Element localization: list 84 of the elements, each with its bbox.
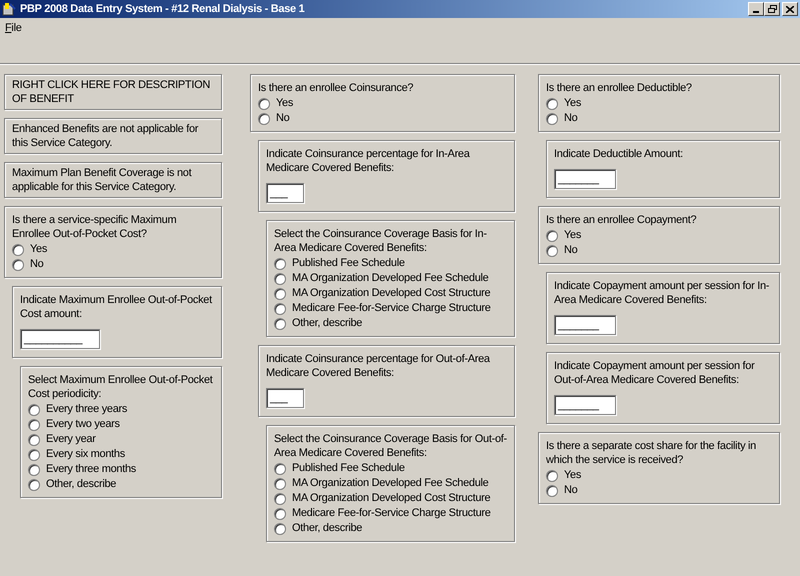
- radio-button[interactable]: [274, 492, 286, 504]
- option-label: Other, describe: [46, 477, 116, 492]
- amount-field[interactable]: _______: [554, 169, 616, 189]
- radio-button[interactable]: [28, 448, 40, 460]
- radio-button[interactable]: [28, 478, 40, 490]
- question-text: Indicate Coinsurance percentage for Out-of-Area Medicare Covered Benefits:: [266, 352, 491, 380]
- radio-button[interactable]: [274, 302, 286, 314]
- question-text: Select the Coinsurance Coverage Basis for Out-of-Area Medicare Covered Benefits:: [274, 432, 507, 460]
- radio-button[interactable]: [546, 230, 558, 242]
- amount-field[interactable]: _______: [554, 315, 616, 335]
- minimize-icon: [753, 11, 759, 13]
- radio-button[interactable]: [274, 288, 286, 300]
- option-label: No: [276, 111, 290, 126]
- info-text: Maximum Plan Benefit Coverage is not applicable for this Service Category.: [12, 166, 193, 194]
- option-label: No: [564, 111, 578, 126]
- option-label: Every year: [46, 432, 96, 447]
- question-text: Select Maximum Enrollee Out-of-Pocket Cost periodicity:: [28, 373, 214, 401]
- amount-field[interactable]: _______: [554, 395, 616, 415]
- option-label: Published Fee Schedule: [292, 461, 405, 476]
- question-text: Is there a separate cost share for the facility in which the service is received?: [546, 439, 758, 467]
- radio-button[interactable]: [274, 272, 286, 284]
- option-label: Yes: [564, 96, 582, 111]
- question-text: Is there an enrollee Coinsurance?: [258, 81, 414, 95]
- amount-field[interactable]: ___: [266, 183, 304, 203]
- option-label: Other, describe: [292, 316, 362, 331]
- option-label: Yes: [276, 96, 294, 111]
- option-label: Other, describe: [292, 521, 362, 536]
- question-text: Is there an enrollee Copayment?: [546, 213, 698, 227]
- info-text: Enhanced Benefits are not applicable for this Service Category.: [12, 122, 200, 150]
- radio-button[interactable]: [12, 244, 24, 256]
- amount-field[interactable]: ___: [266, 388, 304, 408]
- radio-button[interactable]: [274, 318, 286, 330]
- radio-button[interactable]: [258, 112, 270, 124]
- radio-button[interactable]: [274, 522, 286, 534]
- radio-button[interactable]: [274, 508, 286, 520]
- info-text: RIGHT CLICK HERE FOR DESCRIPTION OF BENEFIT: [12, 78, 211, 106]
- restore-icon: [768, 5, 776, 13]
- option-label: Every three months: [46, 462, 136, 477]
- menu-item[interactable]: File: [5, 21, 22, 35]
- radio-button[interactable]: [28, 464, 40, 476]
- radio-button[interactable]: [546, 244, 558, 256]
- radio-button[interactable]: [546, 484, 558, 496]
- question-text: Is there a service-specific Maximum Enrollee Out-of-Pocket Cost?: [12, 213, 178, 241]
- question-text: Indicate Deductible Amount:: [554, 147, 684, 161]
- radio-button[interactable]: [258, 98, 270, 110]
- option-label: MA Organization Developed Cost Structure: [292, 491, 490, 506]
- option-label: No: [564, 483, 578, 498]
- question-text: Select the Coinsurance Coverage Basis for In-Area Medicare Covered Benefits:: [274, 227, 488, 255]
- question-text: Indicate Copayment amount per session for Out-of-Area Medicare Covered Benefits:: [554, 359, 756, 387]
- option-label: Yes: [564, 468, 582, 483]
- amount-field[interactable]: __________: [20, 329, 100, 349]
- radio-button[interactable]: [28, 418, 40, 430]
- option-label: MA Organization Developed Cost Structure: [292, 286, 490, 301]
- option-label: Medicare Fee-for-Service Charge Structure: [292, 301, 491, 316]
- app-icon: [2, 2, 16, 16]
- radio-button[interactable]: [274, 258, 286, 270]
- question-text: Indicate Copayment amount per session for In-Area Medicare Covered Benefits:: [554, 279, 770, 307]
- radio-button[interactable]: [28, 404, 40, 416]
- close-button[interactable]: [782, 2, 798, 16]
- question-text: Indicate Maximum Enrollee Out-of-Pocket Cost amount:: [20, 293, 214, 321]
- option-label: MA Organization Developed Fee Schedule: [292, 476, 489, 491]
- option-label: No: [564, 243, 578, 258]
- radio-button[interactable]: [274, 478, 286, 490]
- question-text: Indicate Coinsurance percentage for In-Area Medicare Covered Benefits:: [266, 147, 471, 175]
- radio-button[interactable]: [546, 112, 558, 124]
- radio-button[interactable]: [546, 98, 558, 110]
- option-label: Every six months: [46, 447, 125, 462]
- close-icon: [786, 6, 794, 12]
- restore-button[interactable]: [764, 2, 780, 16]
- minimize-button[interactable]: [748, 2, 764, 16]
- radio-button[interactable]: [274, 462, 286, 474]
- option-label: MA Organization Developed Fee Schedule: [292, 271, 489, 286]
- radio-button[interactable]: [28, 434, 40, 446]
- option-label: No: [30, 257, 44, 272]
- option-label: Medicare Fee-for-Service Charge Structure: [292, 506, 491, 521]
- radio-button[interactable]: [12, 258, 24, 270]
- option-label: Yes: [564, 228, 582, 243]
- question-text: Is there an enrollee Deductible?: [546, 81, 693, 95]
- option-label: Yes: [30, 242, 48, 257]
- radio-button[interactable]: [546, 470, 558, 482]
- option-label: Published Fee Schedule: [292, 256, 405, 271]
- window-title: PBP 2008 Data Entry System - #12 Renal Dialysis - Base 1: [20, 2, 304, 17]
- option-label: Every three years: [46, 402, 128, 417]
- option-label: Every two years: [46, 417, 120, 432]
